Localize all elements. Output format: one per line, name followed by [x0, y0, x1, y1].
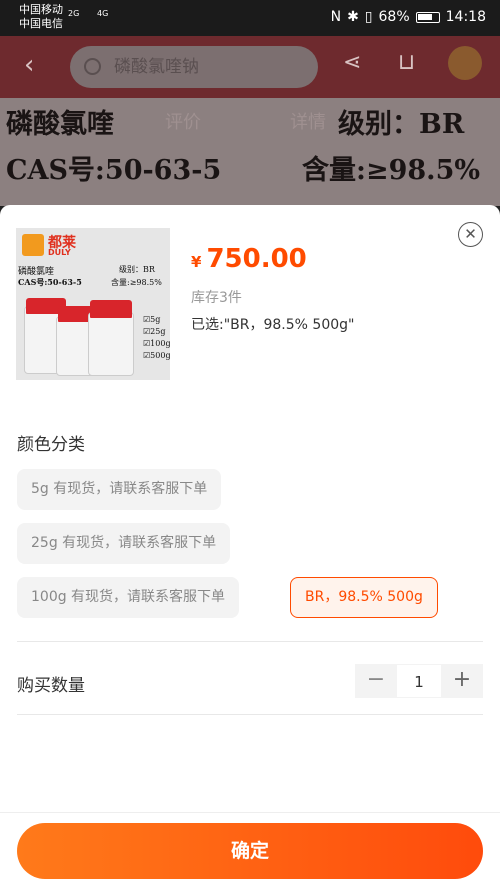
status-right: N ✱ ▯ 68% 14:18 [331, 9, 486, 25]
sku-sheet: 都莱 DULY 磷酸氯喹 级别：BR CAS号:50-63-5 含量:≥98.5… [0, 205, 500, 889]
quantity-increase-button[interactable]: + [441, 664, 483, 698]
battery-icon [415, 11, 440, 23]
share-icon: ⋖ [343, 50, 362, 75]
bluetooth-icon: ✱ [347, 9, 359, 25]
quantity-decrease-button[interactable]: − [355, 664, 397, 698]
tab-reviews: 评价 [165, 112, 201, 133]
thumb-size: ☑25g [143, 327, 166, 336]
bottom-bar: 确定 [0, 812, 500, 889]
variant-section-title: 颜色分类 [17, 435, 85, 455]
banner-content: 含量:≥98.5% [302, 155, 481, 186]
variant-option-100g[interactable]: 100g 有现货，请联系客服下单 [17, 577, 240, 618]
quantity-input[interactable]: 1 [397, 664, 441, 698]
divider [17, 714, 483, 715]
back-icon: ‹ [24, 50, 35, 80]
search-icon [84, 58, 101, 75]
quantity-stepper: − 1 + [355, 664, 483, 698]
search-text: 磷酸氯喹钠 [114, 57, 199, 77]
background-header: ‹ 磷酸氯喹钠 ⋖ ⊔ [0, 36, 500, 98]
price: ¥750.00 [191, 244, 307, 274]
tab-details: 详情 [290, 112, 326, 133]
bottle-cap [90, 300, 132, 318]
nfc-icon: N [330, 9, 342, 25]
thumb-size: ☑500g [143, 351, 170, 360]
variant-option-br-500g[interactable]: BR，98.5% 500g [290, 577, 438, 618]
price-value: 750.00 [206, 244, 307, 274]
banner-cas: CAS号:50-63-5 [6, 155, 222, 186]
stock-count: 库存3件 [191, 290, 242, 306]
bottle-image [88, 312, 134, 376]
thumb-size: ☑5g [143, 315, 161, 324]
close-icon[interactable]: ✕ [458, 222, 483, 247]
thumb-product-name: 磷酸氯喹 [18, 267, 55, 277]
carrier-2: 中国电信 [19, 17, 63, 30]
status-bar: 中国移动 中国电信 2G 4G N ✱ ▯ 68% 14:18 [0, 0, 500, 36]
banner-grade: 级别：BR [338, 109, 465, 140]
currency-symbol: ¥ [191, 253, 202, 271]
background-page: ‹ 磷酸氯喹钠 ⋖ ⊔ 磷酸氯喹 评价 详情 级别：BR CAS号:50-63-… [0, 36, 500, 206]
network-type-2: 4G [97, 9, 109, 18]
thumb-content: 含量:≥98.5% [111, 278, 162, 287]
product-thumbnail[interactable]: 都莱 DULY 磷酸氯喹 级别：BR CAS号:50-63-5 含量:≥98.5… [16, 228, 170, 380]
more-icon [448, 46, 482, 80]
variant-option-25g[interactable]: 25g 有现货，请联系客服下单 [17, 523, 231, 564]
variant-option-5g[interactable]: 5g 有现货，请联系客服下单 [17, 469, 222, 510]
carrier-1: 中国移动 [19, 3, 63, 16]
carrier-labels: 中国移动 中国电信 [19, 3, 63, 31]
thumb-brand-en: DULY [48, 248, 71, 257]
divider [17, 641, 483, 642]
background-search-bar: 磷酸氯喹钠 [70, 46, 318, 88]
thumb-grade: 级别：BR [119, 265, 155, 274]
vibrate-icon: ▯ [364, 9, 373, 25]
brand-logo-icon [22, 234, 44, 256]
cart-icon: ⊔ [398, 50, 416, 75]
confirm-button[interactable]: 确定 [17, 823, 483, 879]
clock: 14:18 [445, 9, 486, 25]
quantity-label: 购买数量 [17, 676, 85, 696]
thumb-size: ☑100g [143, 339, 170, 348]
battery-percent: 68% [378, 9, 410, 25]
thumb-cas: CAS号:50-63-5 [18, 277, 82, 287]
background-banner: 磷酸氯喹 评价 详情 级别：BR CAS号:50-63-5 含量:≥98.5% [0, 98, 500, 206]
selected-sku: 已选:"BR，98.5% 500g" [191, 317, 355, 333]
thumb-size-list: ☑5g ☑25g ☑100g ☑500g [143, 314, 170, 362]
network-type-1: 2G [68, 9, 80, 18]
banner-product-name: 磷酸氯喹 [6, 109, 114, 140]
